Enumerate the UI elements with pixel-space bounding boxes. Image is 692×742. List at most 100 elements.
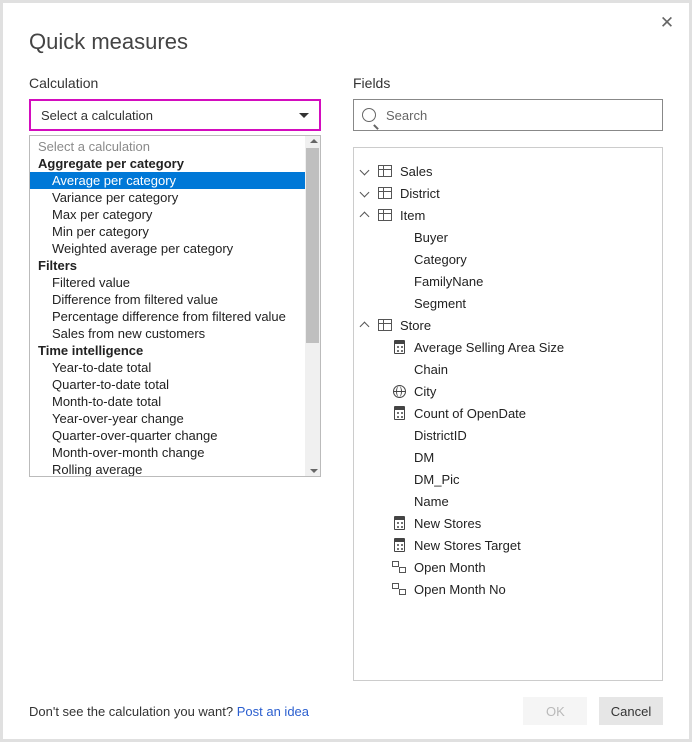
tree-field[interactable]: Count of OpenDate: [358, 402, 658, 424]
tree-field[interactable]: DistrictID: [358, 424, 658, 446]
calc-group: Filters: [30, 257, 305, 274]
tree-field[interactable]: FamilyNane: [358, 270, 658, 292]
tree-table[interactable]: Sales: [358, 160, 658, 182]
tree-field[interactable]: DM_Pic: [358, 468, 658, 490]
chevron-up-icon[interactable]: [360, 210, 370, 220]
tree-field[interactable]: Open Month No: [358, 578, 658, 600]
hierarchy-icon: [392, 582, 406, 596]
footer-text: Don't see the calculation you want? Post…: [29, 704, 309, 719]
measure-icon: [392, 516, 406, 530]
measure-icon: [392, 340, 406, 354]
field-label: Count of OpenDate: [414, 406, 526, 421]
blank-icon: [392, 230, 406, 244]
calc-group: Time intelligence: [30, 342, 305, 359]
field-label: Store: [400, 318, 431, 333]
blank-icon: [392, 494, 406, 508]
field-label: Name: [414, 494, 449, 509]
field-label: Item: [400, 208, 425, 223]
calc-hint: Select a calculation: [30, 138, 305, 155]
hierarchy-icon: [392, 560, 406, 574]
field-label: Average Selling Area Size: [414, 340, 564, 355]
fields-heading: Fields: [353, 75, 663, 91]
field-label: New Stores Target: [414, 538, 521, 553]
field-label: DistrictID: [414, 428, 467, 443]
calc-option[interactable]: Quarter-over-quarter change: [30, 427, 305, 444]
table-icon: [378, 164, 392, 178]
tree-field[interactable]: New Stores Target: [358, 534, 658, 556]
field-label: Chain: [414, 362, 448, 377]
scrollbar-track[interactable]: [305, 136, 320, 476]
chevron-down-icon[interactable]: [360, 188, 370, 198]
post-idea-link[interactable]: Post an idea: [237, 704, 309, 719]
dialog-title: Quick measures: [29, 29, 663, 55]
table-icon: [378, 208, 392, 222]
field-label: Category: [414, 252, 467, 267]
ok-button: OK: [523, 697, 587, 725]
calc-option[interactable]: Difference from filtered value: [30, 291, 305, 308]
fields-tree: Sales District Item Buyer Category FamilyNane…: [353, 147, 663, 681]
tree-table[interactable]: Store: [358, 314, 658, 336]
tree-field[interactable]: Buyer: [358, 226, 658, 248]
tree-field[interactable]: Segment: [358, 292, 658, 314]
field-label: District: [400, 186, 440, 201]
tree-field[interactable]: City: [358, 380, 658, 402]
tree-field[interactable]: DM: [358, 446, 658, 468]
search-icon: [362, 108, 376, 122]
calculation-dropdown-label: Select a calculation: [41, 108, 153, 123]
tree-field[interactable]: Average Selling Area Size: [358, 336, 658, 358]
chevron-up-icon[interactable]: [360, 320, 370, 330]
calc-group: Aggregate per category: [30, 155, 305, 172]
cancel-button[interactable]: Cancel: [599, 697, 663, 725]
calc-option[interactable]: Average per category: [30, 172, 305, 189]
blank-icon: [392, 252, 406, 266]
field-label: Segment: [414, 296, 466, 311]
calculation-listbox: Select a calculationAggregate per catego…: [29, 135, 321, 477]
field-label: Sales: [400, 164, 433, 179]
table-icon: [378, 318, 392, 332]
chevron-down-icon[interactable]: [360, 166, 370, 176]
calc-option[interactable]: Rolling average: [30, 461, 305, 476]
field-label: DM_Pic: [414, 472, 460, 487]
calc-option[interactable]: Min per category: [30, 223, 305, 240]
blank-icon: [392, 428, 406, 442]
field-label: Buyer: [414, 230, 448, 245]
table-icon: [378, 186, 392, 200]
field-label: DM: [414, 450, 434, 465]
calc-option[interactable]: Month-to-date total: [30, 393, 305, 410]
calc-option[interactable]: Weighted average per category: [30, 240, 305, 257]
calc-option[interactable]: Filtered value: [30, 274, 305, 291]
scrollbar-thumb[interactable]: [306, 148, 319, 343]
calc-option[interactable]: Max per category: [30, 206, 305, 223]
measure-icon: [392, 538, 406, 552]
blank-icon: [392, 362, 406, 376]
tree-field[interactable]: Name: [358, 490, 658, 512]
field-label: Open Month: [414, 560, 486, 575]
calculation-heading: Calculation: [29, 75, 321, 91]
tree-field[interactable]: New Stores: [358, 512, 658, 534]
calc-option[interactable]: Year-over-year change: [30, 410, 305, 427]
quick-measures-dialog: ✕ Quick measures Calculation Select a ca…: [3, 3, 689, 739]
blank-icon: [392, 472, 406, 486]
globe-icon: [392, 384, 406, 398]
fields-search[interactable]: [353, 99, 663, 131]
calc-option[interactable]: Year-to-date total: [30, 359, 305, 376]
calc-option[interactable]: Sales from new customers: [30, 325, 305, 342]
blank-icon: [392, 296, 406, 310]
field-label: FamilyNane: [414, 274, 483, 289]
blank-icon: [392, 274, 406, 288]
calc-option[interactable]: Percentage difference from filtered valu…: [30, 308, 305, 325]
field-label: Open Month No: [414, 582, 506, 597]
tree-table[interactable]: Item: [358, 204, 658, 226]
calc-option[interactable]: Quarter-to-date total: [30, 376, 305, 393]
calculation-dropdown[interactable]: Select a calculation: [29, 99, 321, 131]
measure-icon: [392, 406, 406, 420]
search-input[interactable]: [384, 107, 654, 124]
tree-field[interactable]: Category: [358, 248, 658, 270]
calc-option[interactable]: Variance per category: [30, 189, 305, 206]
field-label: New Stores: [414, 516, 481, 531]
calc-option[interactable]: Month-over-month change: [30, 444, 305, 461]
close-button[interactable]: ✕: [655, 11, 679, 35]
tree-field[interactable]: Chain: [358, 358, 658, 380]
tree-field[interactable]: Open Month: [358, 556, 658, 578]
tree-table[interactable]: District: [358, 182, 658, 204]
